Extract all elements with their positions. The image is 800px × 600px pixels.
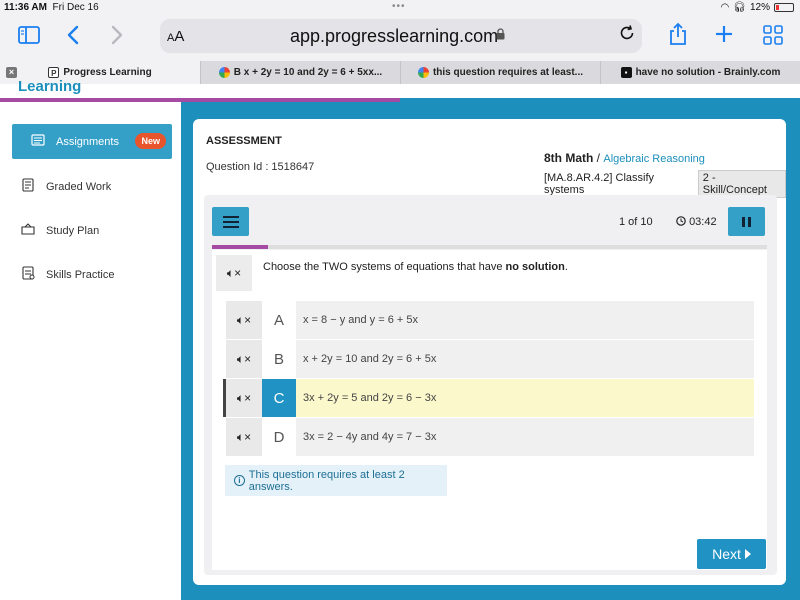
reload-icon[interactable] bbox=[618, 24, 636, 48]
option-letter: A bbox=[262, 301, 296, 339]
standard-label: [MA.8.AR.4.2] Classify systems bbox=[544, 172, 655, 196]
tabs-grid-icon[interactable] bbox=[763, 25, 783, 49]
speaker-muted-icon: 🔈︎× bbox=[226, 265, 242, 280]
browser-tab-google-search-2[interactable]: this question requires at least... bbox=[400, 61, 600, 84]
standard-info: [MA.8.AR.4.2] Classify systems 2 - Skill… bbox=[544, 170, 786, 198]
pause-button[interactable] bbox=[728, 207, 765, 236]
question-counter: 1 of 10 bbox=[619, 216, 653, 228]
option-letter: D bbox=[262, 418, 296, 456]
option-text: 3x + 2y = 5 and 2y = 6 − 3x bbox=[303, 392, 437, 404]
text-size-button[interactable]: AA bbox=[167, 28, 184, 45]
speaker-muted-icon[interactable]: 🔈︎× bbox=[226, 340, 262, 378]
sidebar-icon[interactable] bbox=[18, 26, 40, 48]
sidebar-item-assignments[interactable]: Assignments New bbox=[12, 124, 172, 159]
dok-badge: 2 - Skill/Concept bbox=[697, 170, 786, 198]
google-favicon-icon bbox=[417, 67, 429, 78]
study-plan-icon bbox=[20, 223, 36, 238]
answer-option-b[interactable]: 🔈︎× B x + 2y = 10 and 2y = 6 + 5x bbox=[226, 340, 754, 378]
sidebar-item-skills-practice[interactable]: Skills Practice bbox=[12, 257, 172, 292]
browser-tab-google-search-1[interactable]: B x + 2y = 10 and 2y = 6 + 5xx... bbox=[200, 61, 400, 84]
url-text[interactable]: app.progresslearning.com bbox=[290, 26, 498, 47]
question-prompt: Choose the TWO systems of equations that… bbox=[263, 261, 568, 273]
assessment-title: ASSESSMENT bbox=[206, 135, 282, 147]
wifi-icon: ◠ bbox=[720, 2, 730, 13]
subject-label: 8th Math bbox=[544, 151, 594, 165]
back-chevron-left-icon[interactable] bbox=[66, 25, 80, 49]
progress-fill bbox=[212, 245, 268, 249]
app-header: Learning bbox=[0, 78, 800, 102]
sidebar-item-graded-work[interactable]: Graded Work bbox=[12, 169, 172, 204]
info-icon: i bbox=[234, 475, 245, 486]
assessment-card: ASSESSMENT Question Id : 1518647 8th Mat… bbox=[193, 119, 786, 585]
topic-link[interactable]: Algebraic Reasoning bbox=[603, 153, 705, 165]
pause-icon bbox=[742, 216, 745, 227]
address-bar[interactable]: AA app.progresslearning.com bbox=[160, 19, 642, 53]
graded-work-icon bbox=[20, 178, 36, 195]
battery-icon bbox=[774, 3, 794, 12]
battery-percent: 12% bbox=[749, 2, 770, 13]
question-progress-bar bbox=[212, 245, 767, 249]
option-text: 3x = 2 − 4y and 4y = 7 − 3x bbox=[303, 431, 437, 443]
answer-option-a[interactable]: 🔈︎× A x = 8 − y and y = 6 + 5x bbox=[226, 301, 754, 339]
status-bar: 11:36 AM Fri Dec 16 ••• ◠ 🎧︎ 12% bbox=[0, 0, 800, 16]
question-id: Question Id : 1518647 bbox=[206, 161, 315, 173]
forward-chevron-right-icon[interactable] bbox=[110, 25, 124, 49]
headphones-icon: 🎧︎ bbox=[733, 2, 746, 13]
skills-practice-icon bbox=[20, 266, 36, 283]
browser-toolbar: AA app.progresslearning.com bbox=[0, 16, 800, 60]
lock-icon bbox=[496, 28, 505, 43]
info-message: i This question requires at least 2 answ… bbox=[225, 465, 447, 496]
sidebar: Assignments New Graded Work Study Plan S… bbox=[0, 102, 181, 600]
option-letter: C bbox=[262, 379, 296, 417]
browser-tab-bar: × P Progress Learning B x + 2y = 10 and … bbox=[0, 61, 800, 84]
status-time: 11:36 AM Fri Dec 16 bbox=[4, 2, 99, 13]
close-tab-icon[interactable]: × bbox=[6, 67, 17, 78]
question-menu-button[interactable] bbox=[212, 207, 249, 236]
multitasking-dots-icon[interactable]: ••• bbox=[392, 1, 406, 12]
web-page: Learning Assignments New Graded Work Stu… bbox=[0, 78, 800, 600]
assignments-icon bbox=[30, 134, 46, 149]
app-logo[interactable]: Learning bbox=[18, 78, 81, 95]
new-badge: New bbox=[135, 133, 166, 149]
option-text: x + 2y = 10 and 2y = 6 + 5x bbox=[303, 353, 437, 365]
google-favicon-icon bbox=[218, 67, 230, 78]
new-tab-plus-icon[interactable] bbox=[714, 24, 734, 48]
sidebar-item-study-plan[interactable]: Study Plan bbox=[12, 213, 172, 248]
play-arrow-icon bbox=[744, 549, 751, 559]
speaker-muted-icon[interactable]: 🔈︎× bbox=[226, 301, 262, 339]
answer-option-d[interactable]: 🔈︎× D 3x = 2 − 4y and 4y = 7 − 3x bbox=[226, 418, 754, 456]
browser-tab-brainly[interactable]: ▪ have no solution - Brainly.com bbox=[600, 61, 800, 84]
clock-icon bbox=[676, 216, 686, 226]
read-aloud-prompt-button[interactable]: 🔈︎× bbox=[216, 255, 252, 291]
answer-option-c[interactable]: 🔈︎× C 3x + 2y = 5 and 2y = 6 − 3x bbox=[223, 379, 754, 417]
timer: 03:42 bbox=[676, 216, 717, 228]
share-icon[interactable] bbox=[668, 22, 688, 50]
speaker-muted-icon[interactable]: 🔈︎× bbox=[226, 418, 262, 456]
option-letter: B bbox=[262, 340, 296, 378]
option-text: x = 8 − y and y = 6 + 5x bbox=[303, 314, 418, 326]
next-button[interactable]: Next bbox=[697, 539, 766, 569]
question-body: 🔈︎× Choose the TWO systems of equations … bbox=[212, 250, 767, 570]
brainly-favicon-icon: ▪ bbox=[620, 67, 632, 78]
speaker-muted-icon[interactable]: 🔈︎× bbox=[226, 379, 262, 417]
question-panel: 1 of 10 03:42 🔈︎× Choose the TWO systems… bbox=[204, 195, 777, 575]
progress-learning-favicon-icon: P bbox=[48, 67, 60, 78]
hamburger-menu-icon bbox=[222, 215, 239, 228]
subject-breadcrumb: 8th Math / Algebraic Reasoning bbox=[544, 151, 705, 165]
